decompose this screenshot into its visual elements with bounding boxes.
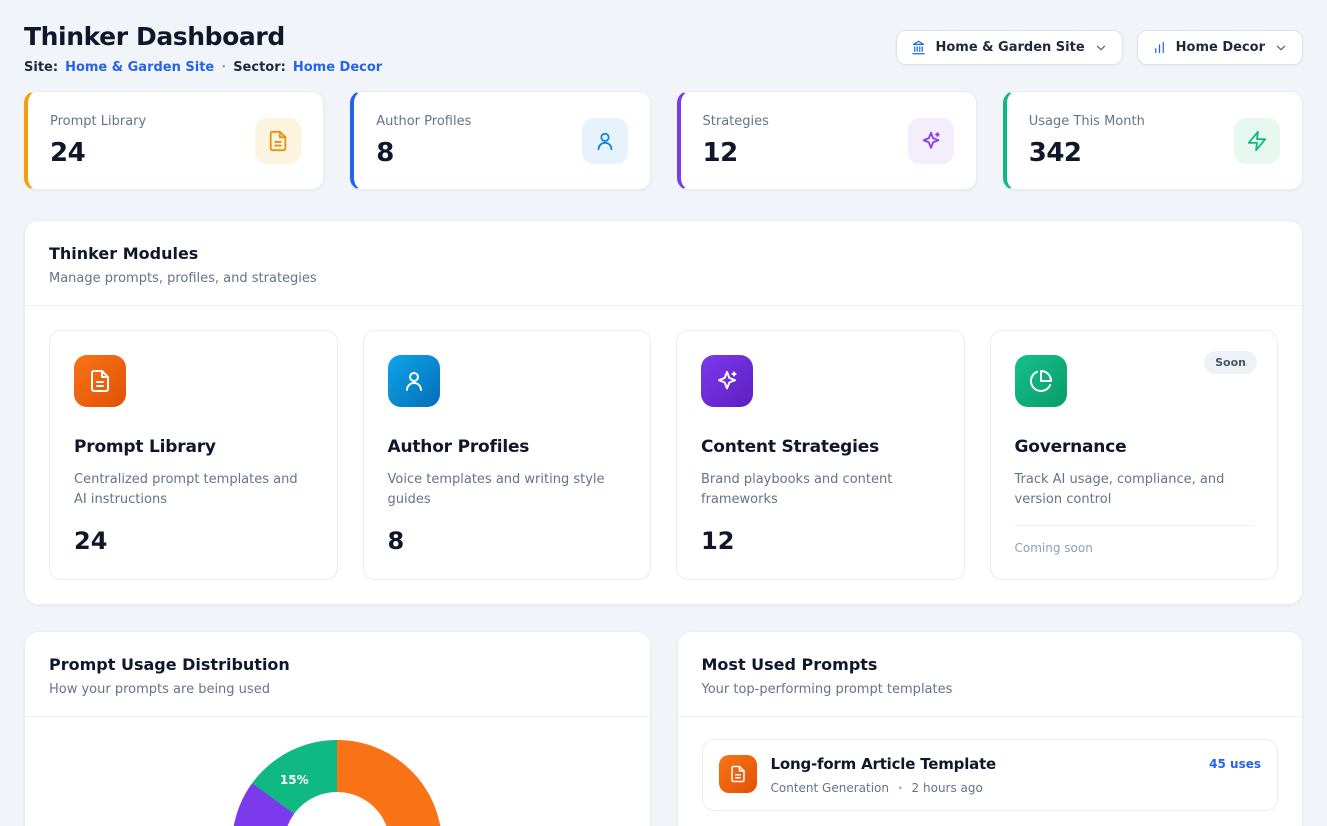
chart-area: 15% — [25, 717, 650, 826]
chevron-down-icon — [1094, 41, 1108, 55]
document-icon — [74, 355, 126, 407]
dashboard-page: Thinker Dashboard Site: Home & Garden Si… — [0, 0, 1327, 826]
sector-label: Sector: — [233, 60, 286, 75]
modules-panel-title: Thinker Modules — [49, 244, 1278, 263]
module-count: 12 — [701, 527, 940, 555]
document-icon — [719, 755, 757, 793]
site-link[interactable]: Home & Garden Site — [65, 60, 214, 75]
prompt-item-title: Long-form Article Template — [771, 755, 1196, 773]
stat-card-author-profiles: Author Profiles 8 — [350, 91, 650, 190]
site-selector-dropdown[interactable]: Home & Garden Site — [896, 30, 1122, 65]
page-title: Thinker Dashboard — [24, 22, 382, 51]
separator: · — [221, 60, 226, 75]
donut-segment-label: 15% — [280, 773, 309, 787]
module-card-content-strategies[interactable]: Content Strategies Brand playbooks and c… — [676, 330, 965, 580]
prompts-panel-subtitle: Your top-performing prompt templates — [702, 682, 1279, 697]
module-card-prompt-library[interactable]: Prompt Library Centralized prompt templa… — [49, 330, 338, 580]
coming-soon-text: Coming soon — [1015, 541, 1254, 555]
usage-panel-subtitle: How your prompts are being used — [49, 682, 626, 697]
header-actions: Home & Garden Site Home Decor — [896, 30, 1303, 65]
site-selector-label: Home & Garden Site — [935, 40, 1084, 55]
building-icon — [911, 40, 926, 55]
donut-hole — [284, 792, 390, 826]
stat-value: 24 — [50, 138, 146, 168]
breadcrumb: Site: Home & Garden Site · Sector: Home … — [24, 60, 382, 75]
bar-chart-icon — [1152, 40, 1167, 55]
stat-text: Prompt Library 24 — [50, 114, 146, 168]
prompts-panel-title: Most Used Prompts — [702, 655, 1279, 674]
site-label: Site: — [24, 60, 58, 75]
prompt-list: Long-form Article Template Content Gener… — [678, 717, 1303, 826]
stat-label: Usage This Month — [1029, 114, 1145, 129]
stat-value: 8 — [376, 138, 471, 168]
modules-grid: Prompt Library Centralized prompt templa… — [25, 306, 1302, 604]
module-title: Content Strategies — [701, 437, 940, 457]
thinker-modules-panel: Thinker Modules Manage prompts, profiles… — [24, 220, 1303, 605]
module-card-governance[interactable]: Soon Governance Track AI usage, complian… — [990, 330, 1279, 580]
module-footer: Coming soon — [1015, 525, 1254, 555]
prompt-item-meta: Content Generation · 2 hours ago — [771, 781, 1196, 795]
stat-value: 12 — [703, 138, 769, 168]
divider — [1015, 525, 1254, 526]
user-icon — [388, 355, 440, 407]
header-text: Thinker Dashboard Site: Home & Garden Si… — [24, 22, 382, 75]
sector-selector-label: Home Decor — [1176, 40, 1265, 55]
stat-card-usage: Usage This Month 342 — [1003, 91, 1303, 190]
sector-link[interactable]: Home Decor — [293, 60, 382, 75]
bottom-row: Prompt Usage Distribution How your promp… — [24, 631, 1303, 826]
module-description: Track AI usage, compliance, and version … — [1015, 470, 1254, 510]
prompt-item-body: Long-form Article Template Content Gener… — [771, 755, 1196, 795]
user-icon — [582, 118, 628, 164]
most-used-prompts-panel: Most Used Prompts Your top-performing pr… — [677, 631, 1304, 826]
modules-panel-subtitle: Manage prompts, profiles, and strategies — [49, 271, 1278, 286]
stat-label: Prompt Library — [50, 114, 146, 129]
pie-chart-icon — [1015, 355, 1067, 407]
sector-selector-dropdown[interactable]: Home Decor — [1137, 30, 1303, 65]
module-count: 8 — [388, 527, 627, 555]
usage-distribution-panel: Prompt Usage Distribution How your promp… — [24, 631, 651, 826]
stat-text: Author Profiles 8 — [376, 114, 471, 168]
document-icon — [255, 118, 301, 164]
lightning-icon — [1234, 118, 1280, 164]
chevron-down-icon — [1274, 41, 1288, 55]
module-title: Author Profiles — [388, 437, 627, 457]
sparkle-icon — [701, 355, 753, 407]
module-title: Prompt Library — [74, 437, 313, 457]
usage-panel-header: Prompt Usage Distribution How your promp… — [25, 632, 650, 716]
donut-chart: 15% — [232, 740, 442, 826]
separator: · — [898, 781, 903, 795]
module-description: Brand playbooks and content frameworks — [701, 470, 940, 510]
module-description: Centralized prompt templates and AI inst… — [74, 470, 313, 510]
prompt-item-category: Content Generation — [771, 781, 889, 795]
module-card-author-profiles[interactable]: Author Profiles Voice templates and writ… — [363, 330, 652, 580]
sparkle-icon — [908, 118, 954, 164]
prompt-list-item[interactable]: Long-form Article Template Content Gener… — [702, 739, 1279, 811]
stats-row: Prompt Library 24 Author Profiles 8 Stra… — [24, 91, 1303, 190]
stat-card-prompt-library: Prompt Library 24 — [24, 91, 324, 190]
stat-label: Strategies — [703, 114, 769, 129]
stat-text: Usage This Month 342 — [1029, 114, 1145, 168]
usage-panel-title: Prompt Usage Distribution — [49, 655, 626, 674]
stat-label: Author Profiles — [376, 114, 471, 129]
stat-value: 342 — [1029, 138, 1145, 168]
stat-text: Strategies 12 — [703, 114, 769, 168]
module-count: 24 — [74, 527, 313, 555]
module-title: Governance — [1015, 437, 1254, 457]
page-header: Thinker Dashboard Site: Home & Garden Si… — [24, 22, 1303, 75]
stat-card-strategies: Strategies 12 — [677, 91, 977, 190]
modules-panel-header: Thinker Modules Manage prompts, profiles… — [25, 221, 1302, 305]
prompt-item-time: 2 hours ago — [912, 781, 983, 795]
prompt-item-uses: 45 uses — [1209, 757, 1261, 771]
prompts-panel-header: Most Used Prompts Your top-performing pr… — [678, 632, 1303, 716]
module-description: Voice templates and writing style guides — [388, 470, 627, 510]
soon-badge: Soon — [1204, 351, 1257, 374]
